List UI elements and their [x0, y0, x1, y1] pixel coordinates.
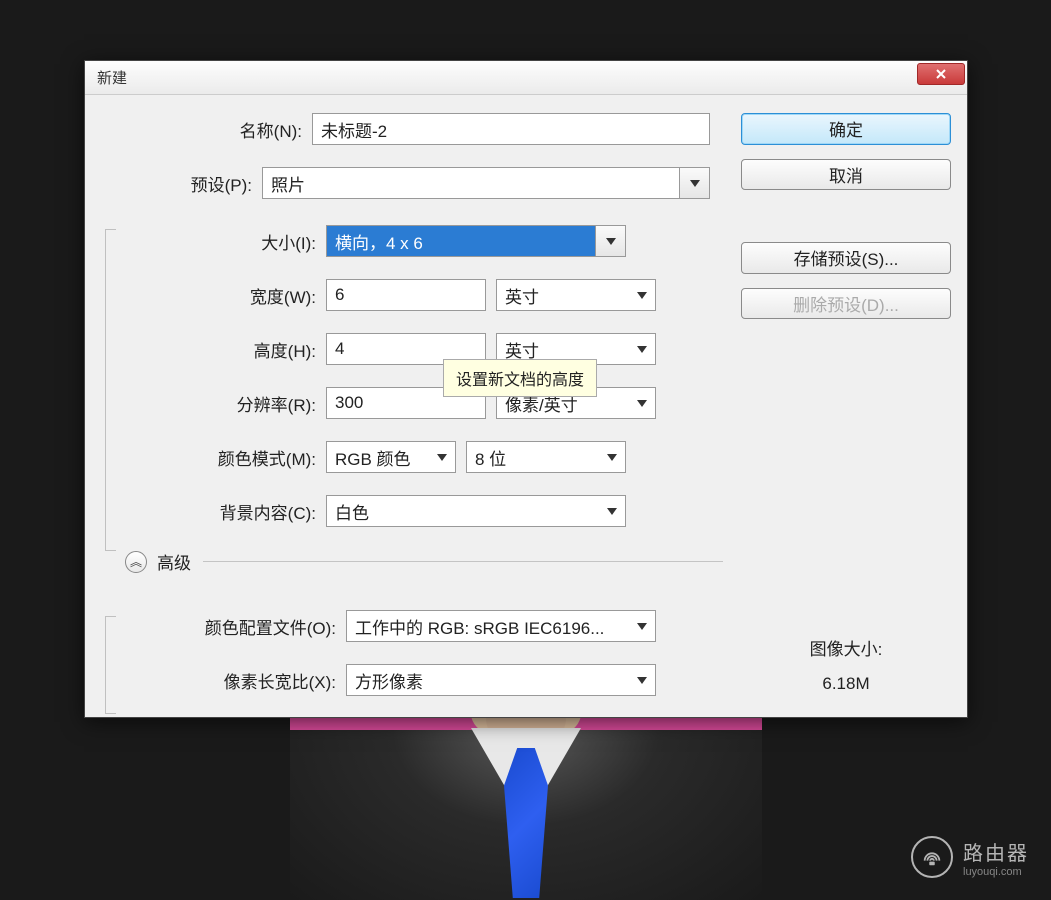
chevron-down-icon — [607, 454, 617, 461]
dialog-title: 新建 — [97, 67, 127, 88]
chevron-down-icon — [637, 677, 647, 684]
close-button[interactable] — [917, 63, 965, 85]
name-label: 名称(N): — [97, 117, 312, 142]
chevron-down-icon — [637, 292, 647, 299]
cancel-button[interactable]: 取消 — [741, 159, 951, 191]
color-profile-label: 颜色配置文件(O): — [111, 614, 346, 639]
image-size-value: 6.18M — [741, 667, 951, 701]
resolution-label: 分辨率(R): — [111, 391, 326, 416]
ok-button[interactable]: 确定 — [741, 113, 951, 145]
preset-select[interactable]: 照片 — [262, 167, 710, 199]
width-unit-select[interactable]: 英寸 — [496, 279, 656, 311]
size-label: 大小(I): — [111, 229, 326, 254]
image-size-label: 图像大小: — [741, 633, 951, 667]
color-mode-select[interactable]: RGB 颜色 — [326, 441, 456, 473]
background-select[interactable]: 白色 — [326, 495, 626, 527]
chevron-up-icon: ︽ — [125, 551, 147, 573]
chevron-down-icon — [690, 180, 700, 187]
close-icon — [934, 67, 948, 81]
watermark: 路由器 luyouqi.com — [911, 836, 1029, 878]
width-input[interactable] — [326, 279, 486, 311]
chevron-down-icon — [437, 454, 447, 461]
chevron-down-icon — [607, 508, 617, 515]
chevron-down-icon — [637, 400, 647, 407]
preset-label: 预设(P): — [97, 171, 262, 196]
height-label: 高度(H): — [111, 337, 326, 362]
background-label: 背景内容(C): — [111, 499, 326, 524]
divider — [203, 561, 723, 562]
height-tooltip: 设置新文档的高度 — [443, 359, 597, 397]
name-input[interactable] — [312, 113, 710, 145]
new-document-dialog: 新建 名称(N): 预设(P): 照片 — [84, 60, 968, 718]
advanced-toggle[interactable]: ︽ 高级 — [125, 549, 723, 574]
color-mode-label: 颜色模式(M): — [111, 445, 326, 470]
delete-preset-button: 删除预设(D)... — [741, 288, 951, 320]
pixel-ratio-select[interactable]: 方形像素 — [346, 664, 656, 696]
advanced-label: 高级 — [157, 549, 191, 574]
size-select[interactable]: 横向，4 x 6 — [326, 225, 626, 257]
chevron-down-icon — [606, 238, 616, 245]
pixel-ratio-label: 像素长宽比(X): — [111, 668, 346, 693]
watermark-title: 路由器 — [963, 837, 1029, 866]
color-profile-select[interactable]: 工作中的 RGB: sRGB IEC6196... — [346, 610, 656, 642]
width-label: 宽度(W): — [111, 283, 326, 308]
router-icon — [911, 836, 953, 878]
background-photo — [290, 718, 762, 900]
image-size-info: 图像大小: 6.18M — [741, 633, 951, 701]
titlebar: 新建 — [85, 61, 967, 95]
color-depth-select[interactable]: 8 位 — [466, 441, 626, 473]
save-preset-button[interactable]: 存储预设(S)... — [741, 242, 951, 274]
chevron-down-icon — [637, 346, 647, 353]
chevron-down-icon — [637, 623, 647, 630]
watermark-sub: luyouqi.com — [963, 866, 1029, 878]
